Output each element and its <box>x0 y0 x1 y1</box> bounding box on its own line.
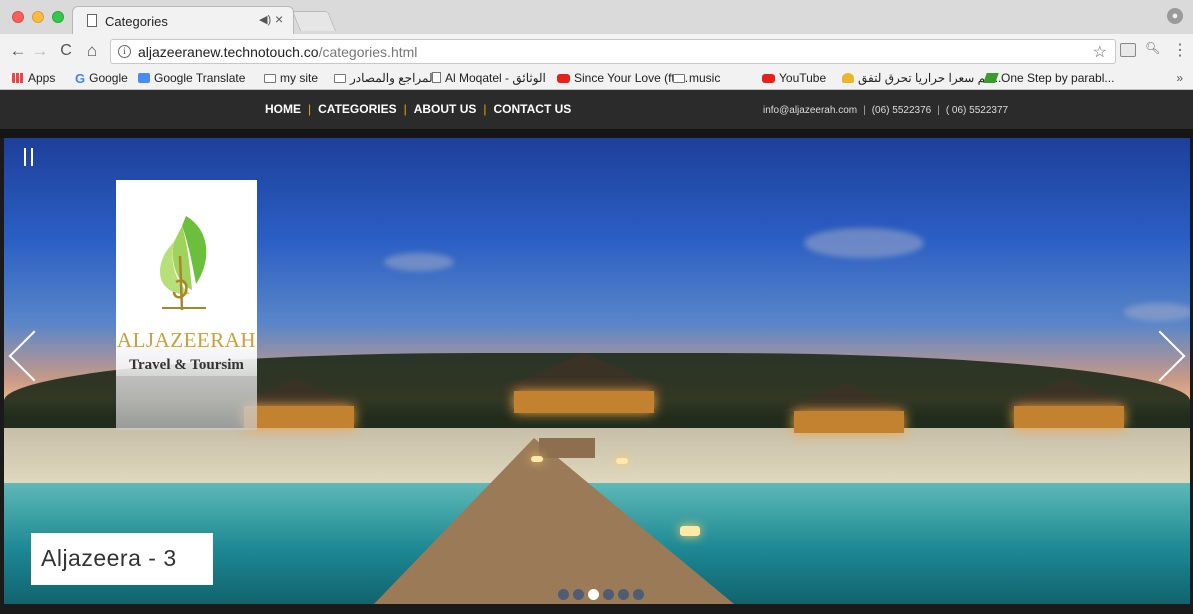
cast-extension-icon[interactable] <box>1120 43 1136 57</box>
slide-dot-2[interactable] <box>573 589 584 600</box>
slide-dot-1[interactable] <box>558 589 569 600</box>
previous-slide-arrow-icon[interactable] <box>8 330 60 382</box>
lantern-graphic <box>616 458 628 464</box>
hut-roof-graphic <box>784 383 908 411</box>
google-translate-icon <box>138 73 150 83</box>
pier-graphic <box>374 438 734 604</box>
logo-name: ALJAZEERAH <box>116 328 257 352</box>
cloud-graphic <box>1124 303 1190 321</box>
bookmark-one-step[interactable]: One Step by parabl... <box>983 71 1114 85</box>
bookmark-star-icon[interactable]: ☆ <box>1093 42 1107 62</box>
page-icon <box>432 72 441 83</box>
minimize-window-button[interactable] <box>32 11 44 23</box>
header-divider <box>0 129 1193 138</box>
zoom-window-button[interactable] <box>52 11 64 23</box>
bookmark-google[interactable]: G Google <box>75 71 128 86</box>
slide-dot-6[interactable] <box>633 589 644 600</box>
cloud-graphic <box>804 228 924 258</box>
lantern-graphic <box>680 526 700 536</box>
cloud-graphic <box>384 253 454 271</box>
folder-icon <box>264 74 276 83</box>
contact-email[interactable]: info@aljazeerah.com <box>763 105 857 116</box>
youtube-icon <box>557 74 570 83</box>
close-window-button[interactable] <box>12 11 24 23</box>
url-text[interactable]: aljazeeranew.technotouch.co/categories.h… <box>138 44 417 60</box>
contact-phone-2: ( 06) 5522377 <box>945 105 1009 116</box>
slide-caption-text: Aljazeera - 3 <box>41 545 177 571</box>
browser-tab-strip: Categories ◀) × ● <box>0 0 1193 34</box>
pause-icon[interactable] <box>24 148 33 166</box>
hut-graphic <box>244 406 354 428</box>
slide-caption: Aljazeera - 3 <box>31 533 213 585</box>
nav-separator: | <box>308 102 312 116</box>
bookmarks-bar: Apps G Google Google Translate my site ال… <box>0 68 1193 90</box>
nav-home[interactable]: HOME <box>265 102 301 116</box>
page-icon <box>87 14 97 27</box>
bookmark-calories[interactable]: كم سعرا حراريا تحرق لتفق... <box>842 71 1001 85</box>
site-header: HOME | CATEGORIES | ABOUT US | CONTACT US info… <box>0 90 1193 129</box>
bookmark-al-moqatel[interactable]: Al Moqatel - الوثائق <box>432 71 546 85</box>
pier-graphic <box>539 438 595 458</box>
close-tab-icon[interactable]: × <box>275 11 283 27</box>
slide-dot-4[interactable] <box>603 589 614 600</box>
back-button[interactable]: ← <box>8 41 28 61</box>
nav-about-us[interactable]: ABOUT US <box>414 102 477 116</box>
youtube-icon <box>762 74 775 83</box>
slide-dot-5[interactable] <box>618 589 629 600</box>
hut-graphic <box>514 391 654 413</box>
lantern-graphic <box>531 456 543 462</box>
forward-button[interactable]: → <box>30 41 50 61</box>
logo-overlay <box>116 376 257 430</box>
audio-playing-icon[interactable]: ◀) <box>259 13 271 26</box>
hut-roof-graphic <box>1004 378 1128 406</box>
main-nav: HOME | CATEGORIES | ABOUT US | CONTACT US <box>265 102 571 116</box>
bookmark-apps[interactable]: Apps <box>12 71 55 85</box>
website-viewport: HOME | CATEGORIES | ABOUT US | CONTACT US info… <box>0 90 1193 614</box>
search-extension-icon[interactable]: 🔍︎ <box>1145 41 1160 55</box>
bookmark-google-translate[interactable]: Google Translate <box>138 71 245 85</box>
bookmark-favicon-icon <box>842 73 854 83</box>
tab-title: Categories <box>105 14 168 29</box>
more-menu-icon[interactable]: ⋮ <box>1172 40 1188 60</box>
logo-tagline: Travel & Toursim <box>129 357 244 373</box>
nav-categories[interactable]: CATEGORIES <box>318 102 396 116</box>
contact-phone-1: (06) 5522376 <box>871 105 932 116</box>
hut-graphic <box>794 411 904 433</box>
reload-button[interactable]: C <box>56 41 76 61</box>
site-info-icon[interactable]: i <box>118 45 131 58</box>
bookmark-my-site[interactable]: my site <box>264 71 318 85</box>
wing-logo-icon <box>160 216 207 311</box>
bookmark-since-your-love[interactable]: Since Your Love (ft.... <box>557 71 688 85</box>
next-slide-arrow-icon[interactable] <box>1134 330 1186 382</box>
hut-roof-graphic <box>499 353 669 391</box>
profile-icon[interactable]: ● <box>1167 8 1183 24</box>
home-button[interactable]: ⌂ <box>82 41 102 61</box>
nav-separator: | <box>403 102 407 116</box>
slide-pagination <box>558 587 648 600</box>
bookmark-favicon-icon <box>983 73 999 83</box>
google-icon: G <box>75 71 86 86</box>
nav-contact-us[interactable]: CONTACT US <box>494 102 572 116</box>
bookmark-music[interactable]: music <box>673 71 720 85</box>
contact-info: info@aljazeerah.com | (06) 5522376 |( 06) 5… <box>763 105 1009 116</box>
more-bookmarks-icon[interactable]: » <box>1176 71 1183 85</box>
nav-separator: | <box>483 102 487 116</box>
folder-icon <box>673 74 685 83</box>
bookmark-youtube[interactable]: YouTube <box>762 71 826 85</box>
new-tab-button[interactable] <box>291 11 337 31</box>
hut-graphic <box>1014 406 1124 428</box>
apps-grid-icon <box>12 73 24 83</box>
slide-dot-3[interactable] <box>588 589 599 600</box>
site-logo[interactable]: ALJAZEERAH Travel & Toursim <box>116 180 257 430</box>
address-bar[interactable]: i aljazeeranew.technotouch.co/categories… <box>110 39 1116 64</box>
folder-icon <box>334 74 346 83</box>
bookmark-references[interactable]: المراجع والمصادر <box>334 71 436 85</box>
browser-toolbar: ← → C ⌂ i aljazeeranew.technotouch.co/ca… <box>0 34 1193 68</box>
browser-tab-active[interactable]: Categories ◀) × <box>72 6 294 34</box>
